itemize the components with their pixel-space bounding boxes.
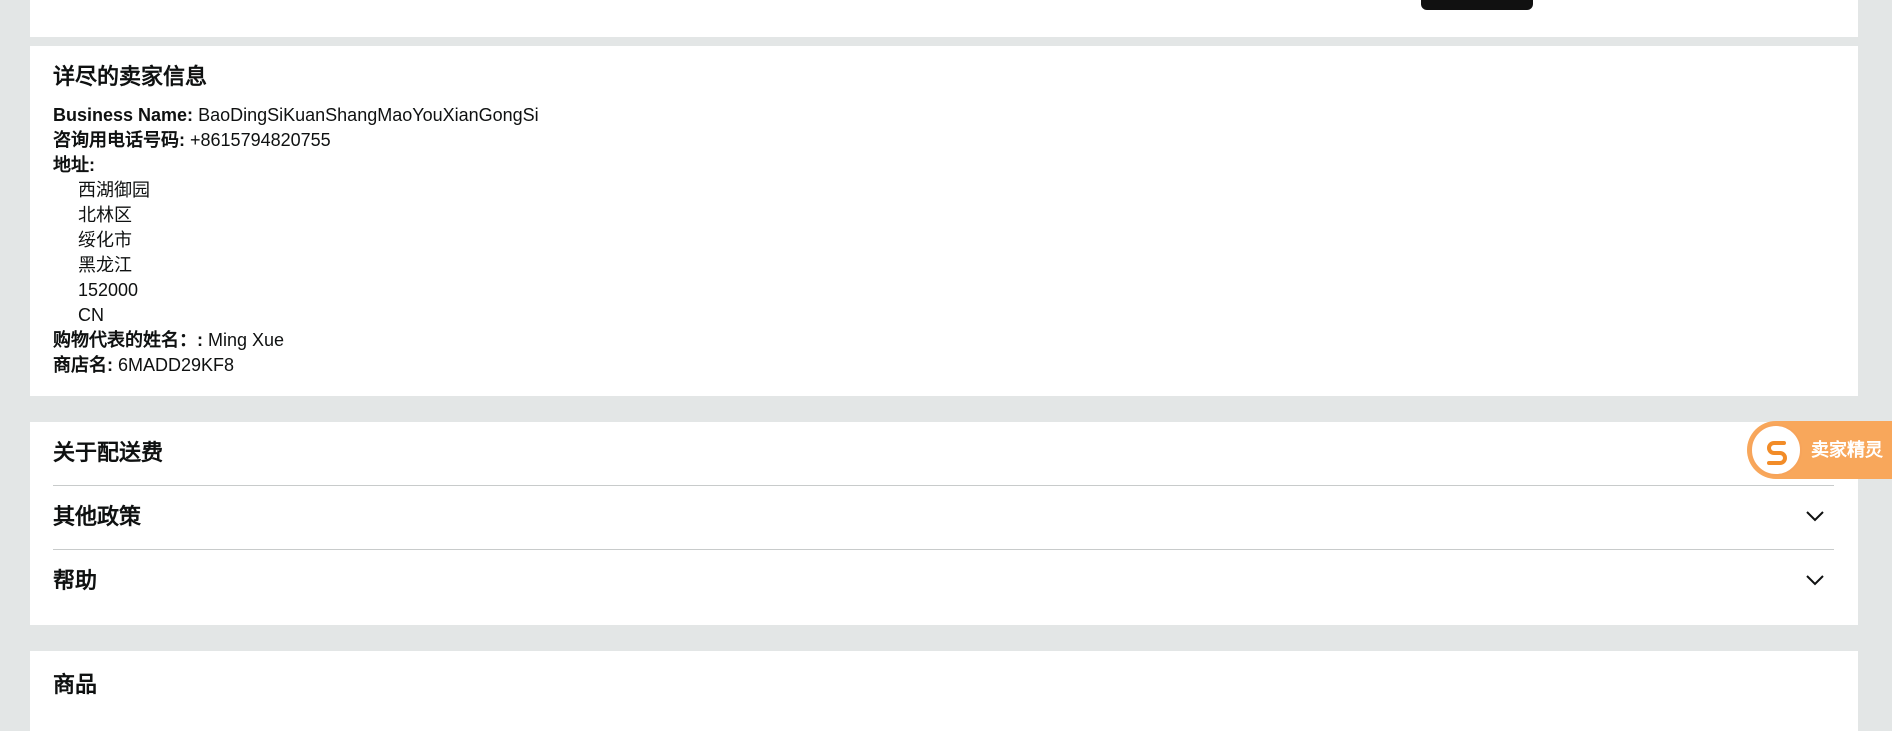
store-name-label: 商店名: [53, 355, 113, 375]
address-line: CN [78, 305, 104, 325]
products-card: 商品 [30, 651, 1858, 731]
chevron-down-icon[interactable] [1806, 510, 1824, 524]
help-title: 帮助 [53, 568, 98, 593]
policy-sections-card: 关于配送费 其他政策 帮助 [30, 422, 1858, 625]
seller-info-card: 详尽的卖家信息 Business Name: BaoDingSiKuanShan… [30, 46, 1858, 396]
address-label: 地址: [53, 155, 95, 175]
shipping-fee-section[interactable]: 关于配送费 [53, 422, 1834, 486]
address-line: 绥化市 [78, 230, 132, 250]
store-name-value: 6MADD29KF8 [118, 355, 235, 375]
shipping-fee-title: 关于配送费 [53, 440, 164, 465]
representative-value: Ming Xue [208, 330, 285, 350]
address-line: 北林区 [78, 205, 132, 225]
representative-label: 购物代表的姓名：: [53, 330, 203, 350]
products-title: 商品 [53, 672, 98, 697]
top-card [30, 0, 1858, 37]
store-name-row: 商店名: 6MADD29KF8 [53, 353, 234, 378]
business-name-row: Business Name: BaoDingSiKuanShangMaoYouX… [53, 103, 539, 128]
help-section[interactable]: 帮助 [53, 550, 1834, 613]
phone-label: 咨询用电话号码: [53, 130, 185, 150]
top-dark-button[interactable] [1421, 0, 1533, 10]
s-logo-icon [1750, 424, 1802, 476]
address-line: 黑龙江 [78, 255, 132, 275]
seller-sprite-widget[interactable]: 卖家精灵 [1747, 421, 1892, 479]
address-line: 西湖御园 [78, 180, 150, 200]
seller-info-title: 详尽的卖家信息 [53, 64, 208, 89]
seller-sprite-label: 卖家精灵 [1811, 440, 1883, 460]
phone-row: 咨询用电话号码: +8615794820755 [53, 128, 331, 153]
address-line: 152000 [78, 280, 139, 300]
other-policies-title: 其他政策 [53, 504, 142, 529]
other-policies-section[interactable]: 其他政策 [53, 486, 1834, 550]
address-row: 地址: [53, 153, 95, 178]
chevron-down-icon[interactable] [1806, 574, 1824, 588]
phone-value: +8615794820755 [190, 130, 331, 150]
representative-row: 购物代表的姓名：: Ming Xue [53, 328, 284, 353]
business-name-value: BaoDingSiKuanShangMaoYouXianGongSi [198, 105, 539, 125]
business-name-label: Business Name: [53, 105, 194, 125]
